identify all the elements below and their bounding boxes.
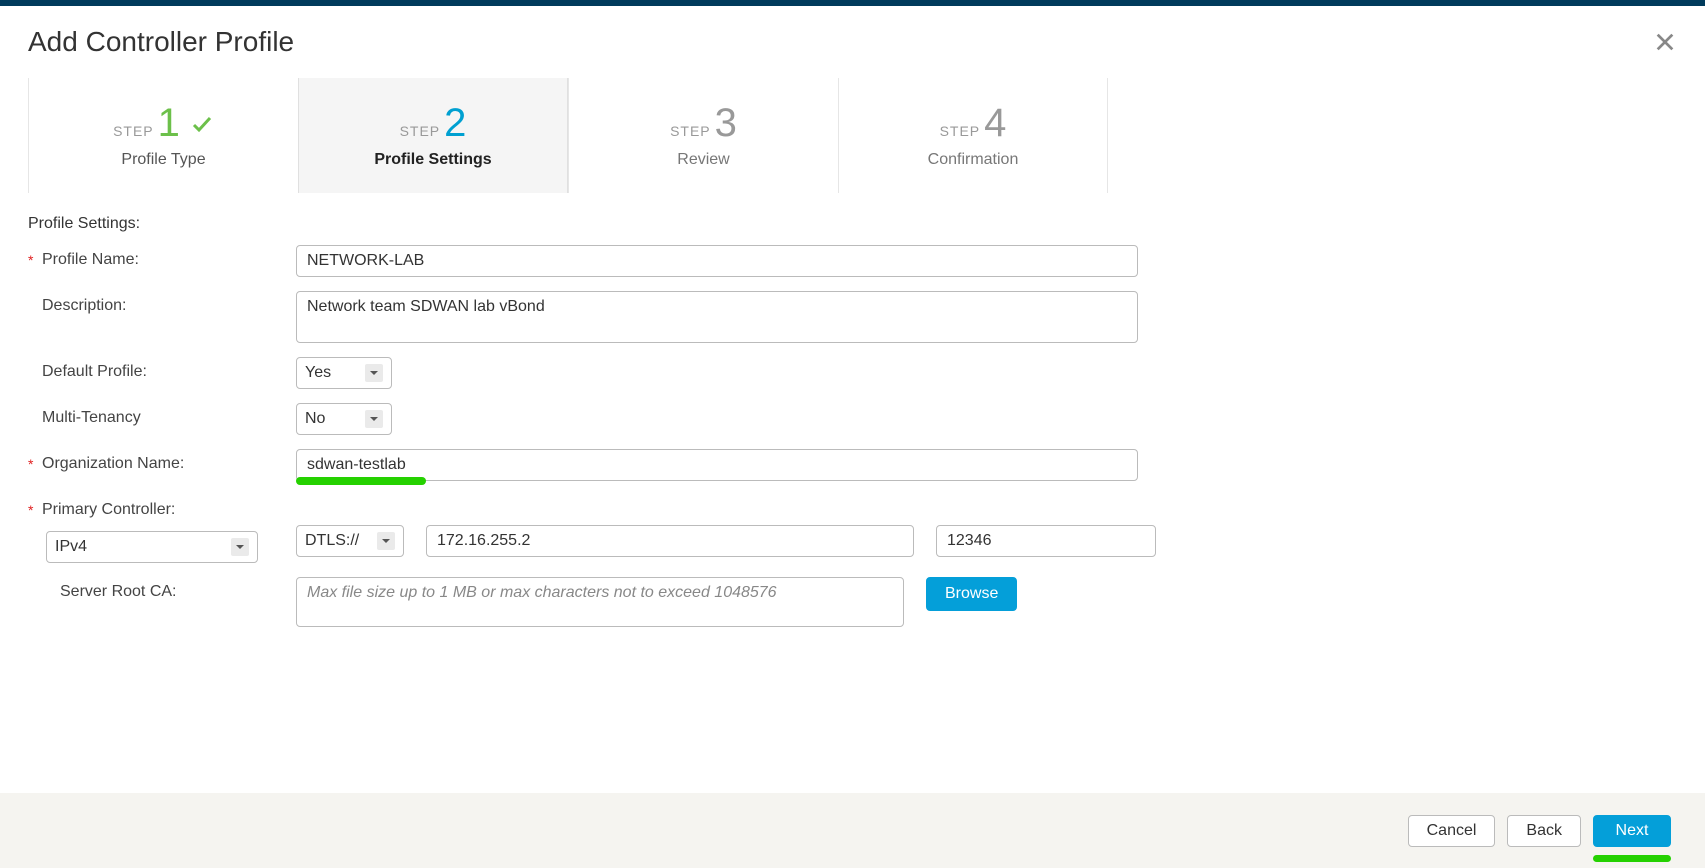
step-label: Review (677, 151, 729, 169)
highlight-annotation (296, 477, 426, 485)
step-label: Profile Settings (374, 151, 491, 169)
controller-address-input[interactable] (426, 525, 914, 557)
step-number: 4 (984, 103, 1006, 143)
dialog-header: Add Controller Profile (0, 6, 1705, 68)
label-default-profile: Default Profile: (42, 363, 147, 381)
form-area: Profile Settings: * Profile Name: Descri… (0, 193, 1705, 681)
next-button[interactable]: Next (1593, 815, 1671, 847)
label-server-root-ca: Server Root CA: (60, 583, 176, 601)
default-profile-select[interactable]: Yes (296, 357, 392, 389)
check-icon (190, 112, 214, 138)
step-word: STEP (670, 124, 711, 138)
ip-version-value: IPv4 (55, 538, 87, 556)
step-number: 1 (158, 103, 180, 143)
browse-button[interactable]: Browse (926, 577, 1017, 611)
multi-tenancy-select[interactable]: No (296, 403, 392, 435)
dialog-title: Add Controller Profile (28, 26, 294, 58)
step-word: STEP (113, 124, 154, 138)
step-confirmation[interactable]: STEP 4 Confirmation (838, 78, 1108, 193)
step-word: STEP (400, 124, 441, 138)
dialog-footer: Cancel Back Next (0, 793, 1705, 868)
cancel-button[interactable]: Cancel (1408, 815, 1496, 847)
row-server-root-ca: Server Root CA: Browse (28, 577, 1677, 627)
required-asterisk: * (28, 456, 42, 472)
close-icon[interactable] (1653, 30, 1677, 54)
row-profile-name: * Profile Name: (28, 245, 1677, 277)
row-multi-tenancy: Multi-Tenancy No (28, 403, 1677, 435)
server-root-ca-input[interactable] (296, 577, 904, 627)
label-organization-name: Organization Name: (42, 455, 184, 473)
step-number: 2 (444, 103, 466, 143)
row-description: Description: Network team SDWAN lab vBon… (28, 291, 1677, 343)
section-heading: Profile Settings: (28, 215, 1677, 233)
highlight-annotation (1593, 855, 1671, 862)
row-primary-controller-label: * Primary Controller: (28, 495, 1677, 519)
step-label: Confirmation (928, 151, 1019, 169)
required-asterisk: * (28, 502, 42, 518)
controller-port-input[interactable] (936, 525, 1156, 557)
default-profile-value: Yes (305, 364, 331, 382)
protocol-select[interactable]: DTLS:// (296, 525, 404, 557)
row-organization-name: * Organization Name: (28, 449, 1677, 481)
description-input[interactable]: Network team SDWAN lab vBond (296, 291, 1138, 343)
step-label: Profile Type (121, 151, 205, 169)
chevron-down-icon (365, 410, 383, 428)
chevron-down-icon (377, 532, 395, 550)
label-primary-controller: Primary Controller: (42, 501, 175, 519)
step-profile-type[interactable]: STEP 1 Profile Type (28, 78, 298, 193)
row-primary-controller-fields: IPv4 DTLS:// (28, 525, 1677, 563)
step-number: 3 (715, 103, 737, 143)
required-asterisk: * (28, 252, 42, 268)
multi-tenancy-value: No (305, 410, 325, 428)
label-multi-tenancy: Multi-Tenancy (42, 409, 141, 427)
add-controller-profile-dialog: Add Controller Profile STEP 1 Profile Ty… (0, 6, 1705, 868)
wizard-steps: STEP 1 Profile Type STEP 2 Profile Setti… (0, 78, 1705, 193)
step-review[interactable]: STEP 3 Review (568, 78, 838, 193)
protocol-value: DTLS:// (305, 532, 359, 550)
chevron-down-icon (231, 538, 249, 556)
ip-version-select[interactable]: IPv4 (46, 531, 258, 563)
back-button[interactable]: Back (1507, 815, 1581, 847)
label-description: Description: (42, 297, 126, 315)
profile-name-input[interactable] (296, 245, 1138, 277)
step-profile-settings[interactable]: STEP 2 Profile Settings (298, 78, 568, 193)
chevron-down-icon (365, 364, 383, 382)
step-word: STEP (940, 124, 981, 138)
row-default-profile: Default Profile: Yes (28, 357, 1677, 389)
label-profile-name: Profile Name: (42, 251, 139, 269)
